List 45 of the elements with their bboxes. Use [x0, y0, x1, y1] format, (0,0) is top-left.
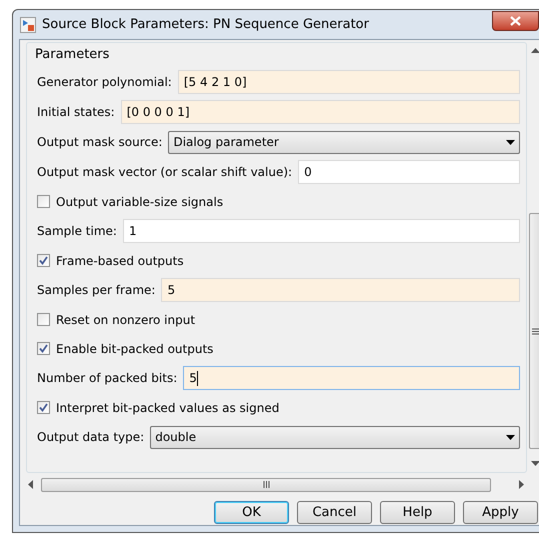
checkbox[interactable] [37, 401, 50, 414]
field-label: Output mask vector (or scalar shift value): [37, 164, 292, 181]
close-icon [510, 16, 521, 26]
field-label: Output mask source: [37, 134, 162, 151]
checkbox-label: Frame-based outputs [56, 252, 184, 270]
dropdown-arrow-icon [506, 434, 515, 440]
field-label: Sample time: [37, 223, 117, 240]
dropdown-arrow-icon [506, 140, 515, 144]
field-label: Number of packed bits: [37, 370, 178, 387]
dialog-button[interactable]: OK [214, 501, 289, 524]
checkbox[interactable] [37, 195, 50, 208]
grip-icon [532, 328, 539, 334]
text-field[interactable]: 5 [183, 366, 520, 390]
text-field[interactable]: [5 4 2 1 0] [178, 70, 520, 94]
dropdown[interactable]: Dialog parameter [168, 130, 520, 154]
text-field[interactable]: 0 [298, 160, 520, 184]
field-label: Initial states: [37, 104, 115, 121]
dialog-button[interactable]: Help [380, 501, 455, 524]
scrollbar-thumb[interactable] [528, 213, 539, 449]
dialog-button[interactable]: Apply [463, 501, 538, 524]
text-field[interactable]: 1 [122, 219, 520, 243]
scroll-down-icon [531, 461, 539, 466]
checkbox[interactable] [37, 254, 50, 267]
scrollbar-thumb[interactable] [41, 478, 491, 492]
checkbox-label: Reset on nonzero input [56, 312, 196, 328]
group-title: Parameters [34, 46, 110, 64]
checkbox-label: Output variable-size signals [56, 194, 224, 210]
scroll-up-icon [531, 48, 539, 53]
field-label: Output data type: [37, 429, 144, 446]
block-icon [20, 16, 36, 32]
checkbox-label: Interpret bit-packed values as signed [56, 400, 280, 416]
text-field[interactable]: [0 0 0 0 1] [120, 100, 520, 124]
scroll-right-icon [519, 480, 524, 489]
scroll-left-icon [28, 480, 33, 489]
checkbox-label: Enable bit-packed outputs [56, 340, 214, 358]
field-label: Generator polynomial: [37, 74, 172, 91]
field-label: Samples per frame: [37, 282, 156, 299]
checkbox[interactable] [37, 342, 50, 355]
checkbox[interactable] [37, 313, 50, 326]
grip-icon [262, 481, 270, 488]
text-field[interactable]: 5 [161, 278, 520, 302]
window-title: Source Block Parameters: PN Sequence Generator [42, 16, 370, 34]
dialog-button[interactable]: Cancel [297, 501, 372, 524]
dropdown[interactable]: double [150, 426, 520, 448]
close-button[interactable] [492, 10, 539, 30]
